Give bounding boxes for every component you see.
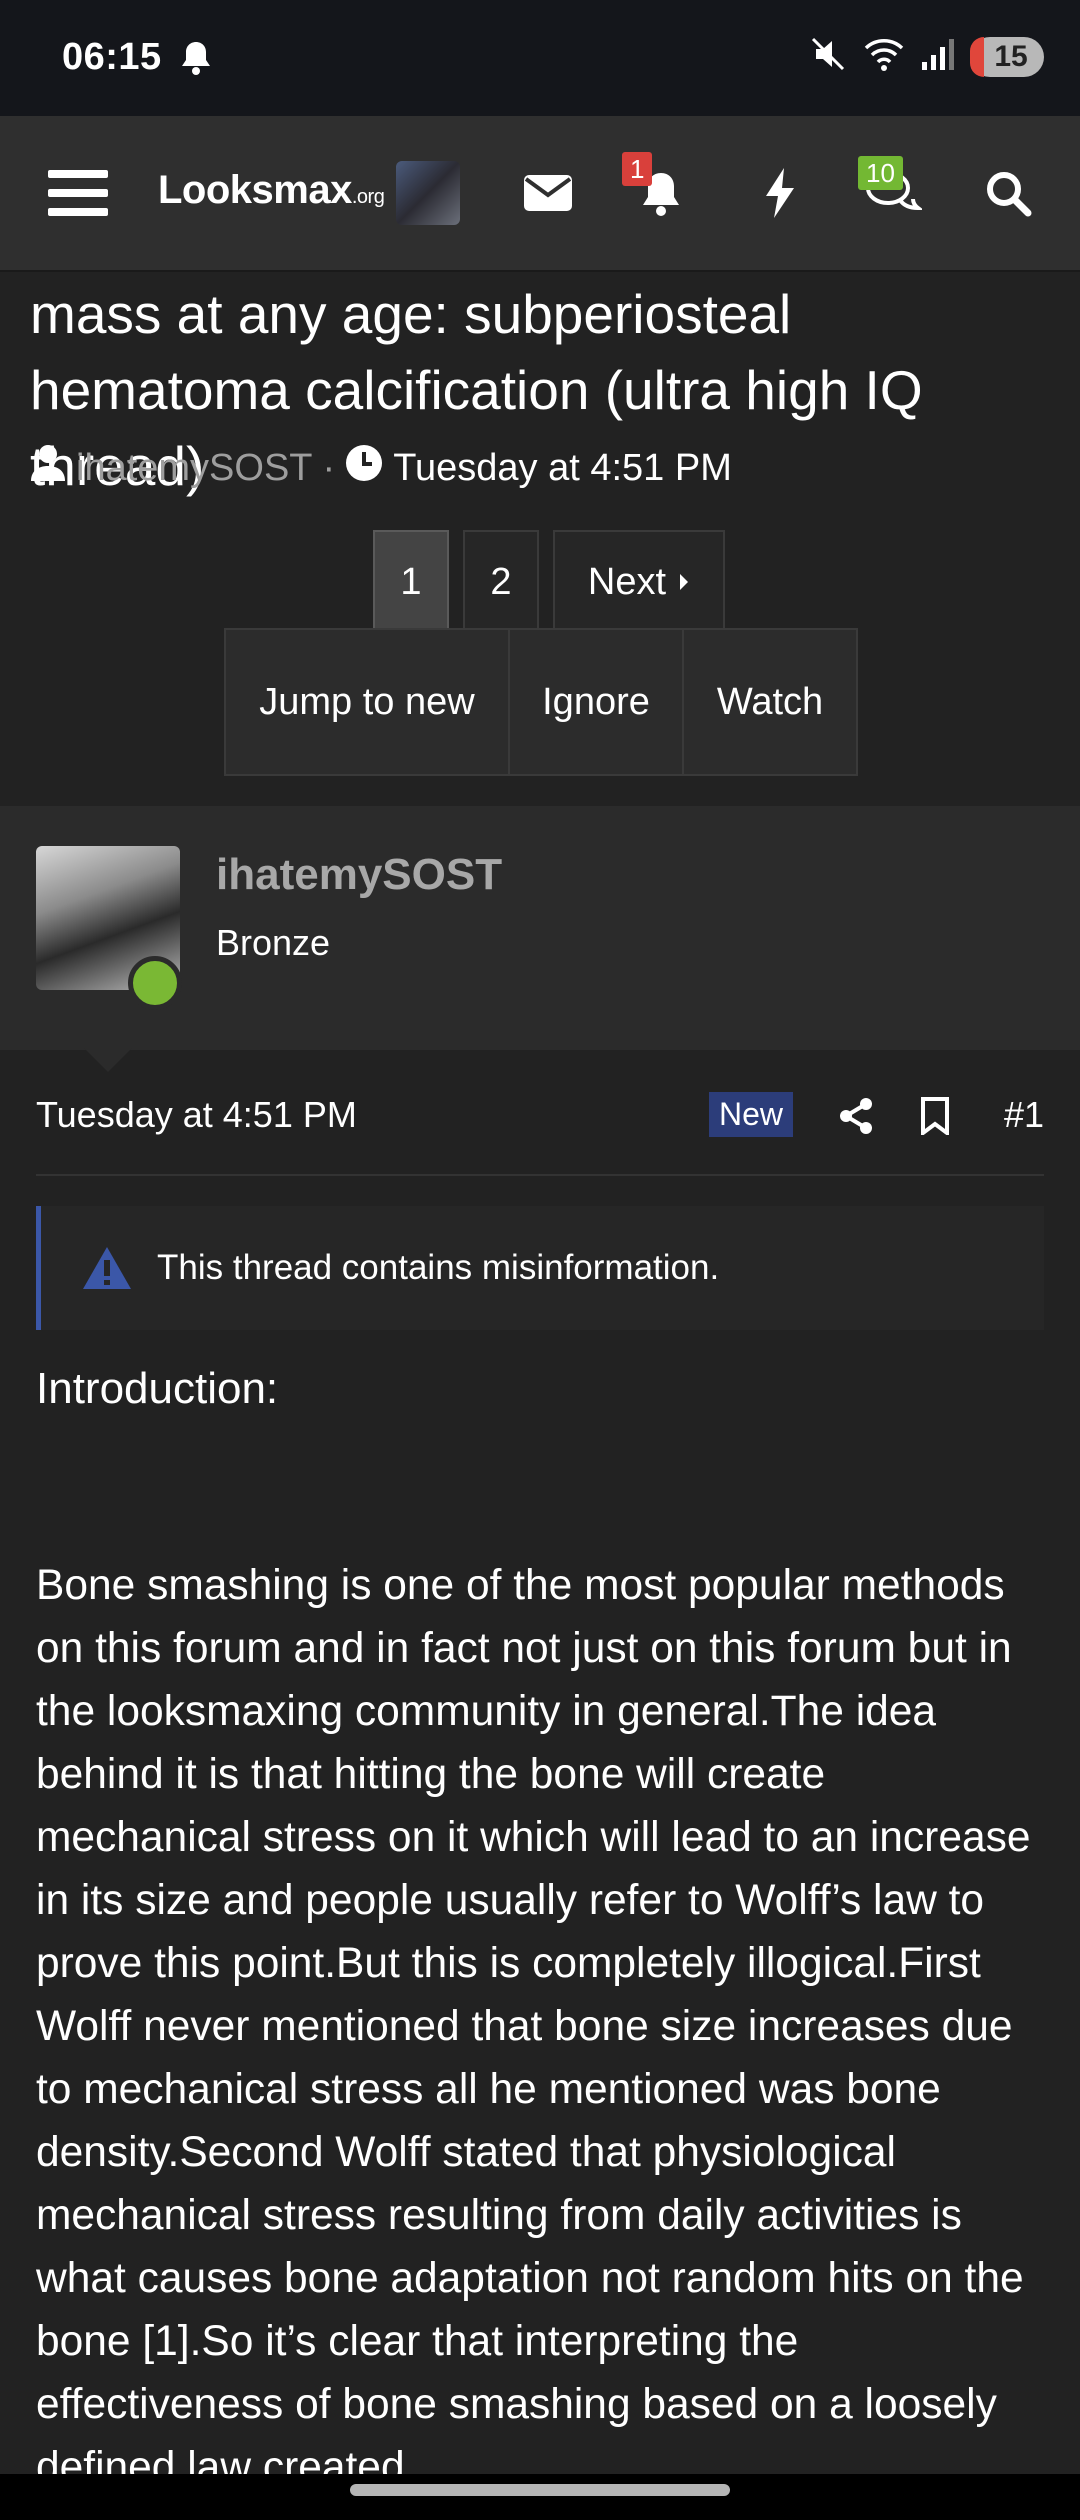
post-date[interactable]: Tuesday at 4:51 PM xyxy=(36,1094,357,1136)
battery-indicator: 15 xyxy=(970,36,1044,77)
status-bar: 06:15 15 xyxy=(0,0,1080,116)
notice-text: This thread contains misinformation. xyxy=(157,1248,720,1287)
gesture-navigation-bar xyxy=(0,2474,1080,2520)
post-body-text: Bone smashing is one of the most popular… xyxy=(36,1562,1031,2474)
new-post-badge: New xyxy=(709,1092,794,1137)
site-logo[interactable]: Looksmax.org xyxy=(158,168,385,213)
alerts-bell-icon[interactable] xyxy=(636,116,686,270)
page-2-button[interactable]: 2 xyxy=(463,530,539,634)
next-page-label: Next xyxy=(587,560,667,603)
alerts-count-badge: 1 xyxy=(622,152,653,186)
whats-new-lightning-icon[interactable] xyxy=(760,116,800,270)
post-meta-bar: Tuesday at 4:51 PM New #1 xyxy=(36,1086,1044,1146)
wifi-icon xyxy=(862,34,906,79)
thread-date[interactable]: Tuesday at 4:51 PM xyxy=(393,447,732,490)
conversations-count-badge: 10 xyxy=(858,156,903,190)
search-icon[interactable] xyxy=(982,116,1034,270)
top-navigation: Looksmax.org 1 10 xyxy=(0,116,1080,272)
warning-icon xyxy=(83,1247,131,1289)
thread-meta: ihatemySOST · Tuesday at 4:51 PM xyxy=(30,444,732,492)
thread-author-link[interactable]: ihatemySOST xyxy=(76,447,313,490)
signal-icon xyxy=(920,34,956,79)
post-number-link[interactable]: #1 xyxy=(1004,1094,1044,1136)
account-avatar[interactable] xyxy=(396,161,460,225)
notification-bell-icon xyxy=(180,40,212,81)
share-icon[interactable] xyxy=(838,1086,874,1146)
meta-separator: · xyxy=(322,446,336,489)
post-author-username[interactable]: ihatemySOST xyxy=(216,850,502,900)
conversations-icon[interactable] xyxy=(864,116,924,270)
caret-right-icon xyxy=(680,574,689,590)
post-author-rank: Bronze xyxy=(216,922,331,963)
status-time: 06:15 xyxy=(62,36,162,78)
post-user-header: ihatemySOST Bronze xyxy=(0,806,1080,1050)
thread-actions: Jump to new Ignore Watch xyxy=(224,628,858,776)
pagination: 1 2 Next xyxy=(373,530,725,634)
watch-button[interactable]: Watch xyxy=(684,628,858,776)
home-gesture-handle[interactable] xyxy=(350,2484,730,2496)
ignore-button[interactable]: Ignore xyxy=(510,628,684,776)
mute-icon xyxy=(808,34,848,79)
user-icon xyxy=(30,444,66,492)
clock-icon xyxy=(345,444,383,492)
page-1-button[interactable]: 1 xyxy=(373,530,449,634)
next-page-button[interactable]: Next xyxy=(553,530,725,634)
post-divider xyxy=(36,1174,1044,1176)
online-status-indicator xyxy=(128,956,182,1010)
misinformation-notice: This thread contains misinformation. xyxy=(36,1206,1044,1330)
hamburger-menu-icon[interactable] xyxy=(46,116,110,270)
user-header-pointer xyxy=(84,1048,132,1072)
bookmark-icon[interactable] xyxy=(920,1086,950,1146)
jump-to-new-button[interactable]: Jump to new xyxy=(224,628,510,776)
post-intro-heading: Introduction: xyxy=(36,1364,279,1413)
inbox-icon[interactable] xyxy=(520,116,576,270)
